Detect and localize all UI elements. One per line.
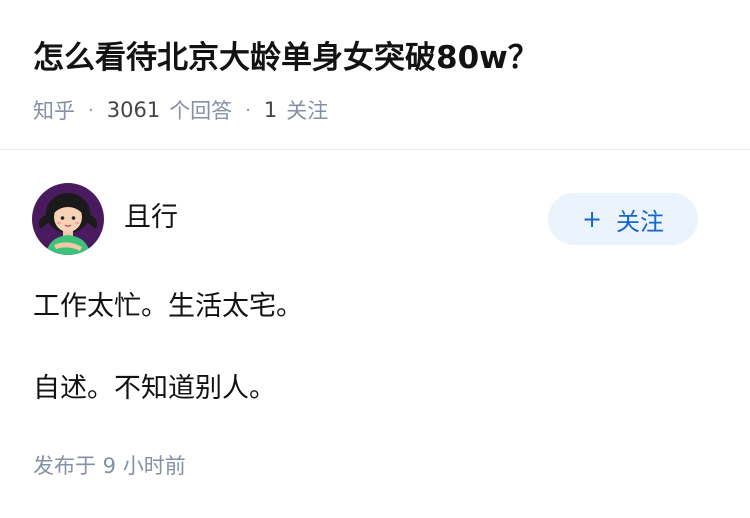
plus-icon: + (581, 205, 603, 233)
meta-separator: · (245, 99, 251, 121)
author-name[interactable]: 且行 (124, 201, 178, 235)
answer-content-line: 自述。不知道别人。 (33, 373, 276, 404)
answer-count: 3061 (106, 98, 161, 122)
question-source[interactable]: 知乎 (33, 95, 75, 125)
follower-label: 关注 (286, 99, 329, 123)
question-meta: 知乎 · 3061 个回答 · 1 关注 (33, 94, 328, 126)
question-header: 怎么看待北京大龄单身女突破80w？ 知乎 · 3061 个回答 · 1 关注 (0, 0, 750, 150)
cartoon-avatar-icon (32, 183, 104, 255)
follow-button[interactable]: + 关注 (548, 193, 698, 245)
answer-count-label: 个回答 (169, 99, 233, 123)
follow-button-label: 关注 (616, 207, 665, 236)
answer-content-line: 工作太忙。生活太宅。 (33, 291, 303, 322)
published-time[interactable]: 发布于 9 小时前 (33, 451, 186, 481)
question-title[interactable]: 怎么看待北京大龄单身女突破80w？ (33, 36, 539, 80)
author-avatar[interactable] (32, 183, 104, 255)
follower-count: 1 (263, 98, 278, 122)
answer-card: 且行 + 关注 工作太忙。生活太宅。 自述。不知道别人。 发布于 9 小时前 (0, 151, 750, 518)
meta-separator: · (88, 99, 94, 121)
